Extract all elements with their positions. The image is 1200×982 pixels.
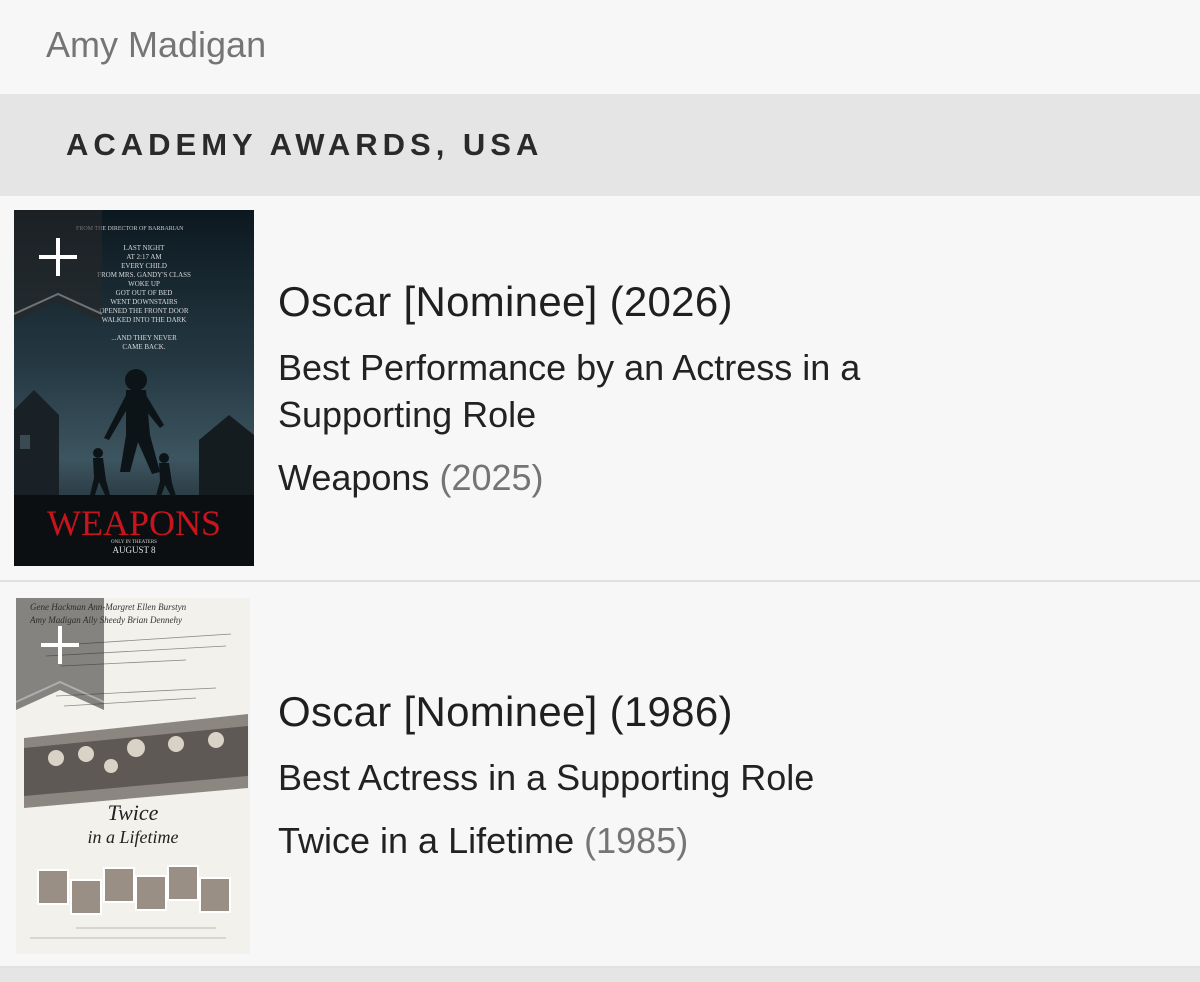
award-info: Oscar [Nominee] (2026) Best Performance …	[278, 278, 958, 501]
top-bar: Amy Madigan	[0, 0, 1200, 94]
poster-twice-in-a-lifetime[interactable]: Gene Hackman Ann-Margret Ellen Burstyn A…	[16, 598, 250, 954]
bookmark-ribbon-icon	[14, 210, 102, 322]
award-title: Oscar [Nominee] (1986)	[278, 688, 733, 735]
film-year: (1985)	[584, 820, 689, 861]
film-link[interactable]: Weapons (2025)	[278, 454, 958, 501]
poster-title-line: in a Lifetime	[88, 827, 179, 847]
film-title[interactable]: Weapons	[278, 457, 429, 498]
section-title: ACADEMY AWARDS, USA	[66, 127, 544, 162]
poster-date: AUGUST 8	[112, 545, 156, 555]
poster-weapons[interactable]: FROM THE DIRECTOR OF BARBARIAN LAST NIGH…	[14, 210, 254, 566]
poster-tagline-line: ...AND THEY NEVER	[111, 334, 177, 342]
bottom-divider	[0, 968, 1200, 982]
add-to-watchlist-button[interactable]	[14, 210, 102, 322]
poster-tagline-line: LAST NIGHT	[124, 244, 166, 252]
poster-tagline-line: AT 2:17 AM	[126, 253, 162, 261]
film-link[interactable]: Twice in a Lifetime (1985)	[278, 817, 958, 864]
award-row[interactable]: FROM THE DIRECTOR OF BARBARIAN LAST NIGH…	[0, 196, 1200, 582]
award-category: Best Actress in a Supporting Role	[278, 757, 815, 798]
poster-tagline-line: GOT OUT OF BED	[116, 289, 173, 297]
poster-tagline-line: WENT DOWNSTAIRS	[110, 298, 177, 306]
poster-title: WEAPONS	[47, 503, 221, 543]
section-header: ACADEMY AWARDS, USA	[0, 94, 1200, 196]
poster-tagline-line: WALKED INTO THE DARK	[102, 316, 187, 324]
poster-tagline-line: OPENED THE FRONT DOOR	[100, 307, 189, 315]
bookmark-ribbon-icon	[16, 598, 104, 710]
poster-tagline-line: FROM MRS. GANDY'S CLASS	[97, 271, 191, 279]
award-category: Best Performance by an Actress in a Supp…	[278, 347, 861, 435]
award-info: Oscar [Nominee] (1986) Best Actress in a…	[278, 688, 958, 864]
person-name[interactable]: Amy Madigan	[46, 24, 266, 66]
film-title[interactable]: Twice in a Lifetime	[278, 820, 574, 861]
add-to-watchlist-button[interactable]	[16, 598, 104, 710]
film-year: (2025)	[439, 457, 544, 498]
poster-tagline-line: EVERY CHILD	[121, 262, 167, 270]
award-row[interactable]: Gene Hackman Ann-Margret Ellen Burstyn A…	[0, 582, 1200, 968]
poster-tagline-line: CAME BACK.	[122, 343, 165, 351]
poster-tagline-line: WOKE UP	[128, 280, 160, 288]
award-title: Oscar [Nominee] (2026)	[278, 278, 733, 325]
poster-title-line: Twice	[108, 800, 159, 825]
